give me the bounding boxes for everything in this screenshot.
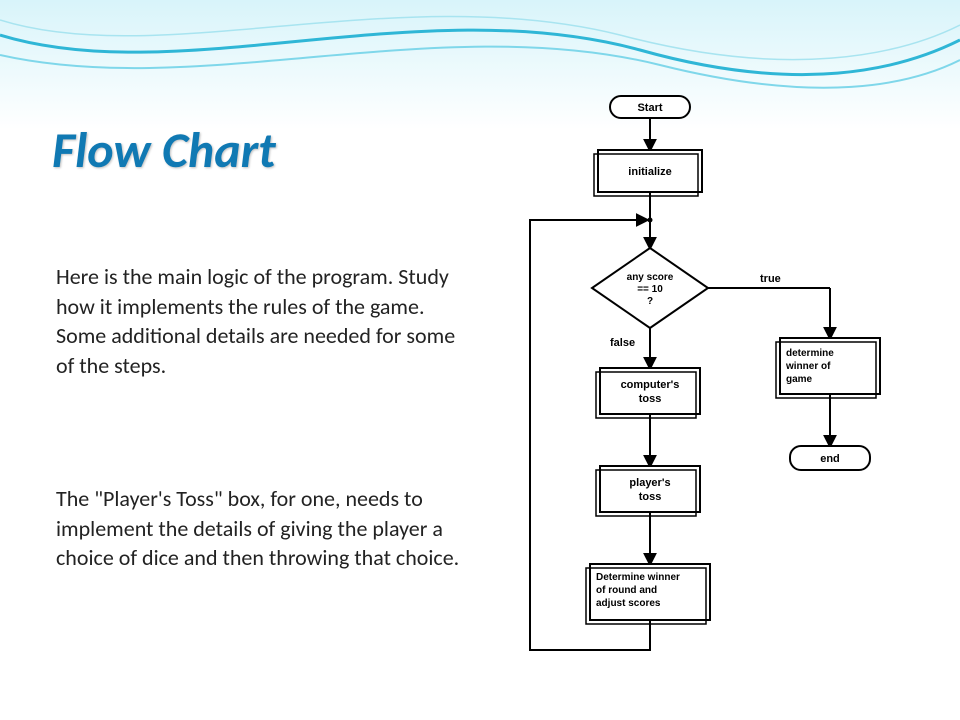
svg-text:game: game xyxy=(786,374,813,385)
node-decision: any score == 10 ? xyxy=(592,248,708,328)
svg-text:any score: any score xyxy=(627,272,674,283)
svg-text:determine: determine xyxy=(786,348,834,359)
label-false: false xyxy=(610,337,635,349)
svg-text:player's: player's xyxy=(629,477,670,489)
node-start: Start xyxy=(610,96,690,118)
label-true: true xyxy=(760,273,781,285)
svg-text:adjust scores: adjust scores xyxy=(596,598,661,609)
paragraph-1: Here is the main logic of the program. S… xyxy=(56,262,466,381)
slide: Flow Chart Here is the main logic of the… xyxy=(0,0,960,720)
svg-text:toss: toss xyxy=(639,393,662,405)
svg-text:computer's: computer's xyxy=(621,379,680,391)
svg-text:winner of: winner of xyxy=(785,361,831,372)
node-end: end xyxy=(790,446,870,470)
svg-text:Determine winner: Determine winner xyxy=(596,572,680,583)
node-computers-toss: computer's toss xyxy=(596,368,700,418)
svg-text:of round and: of round and xyxy=(596,585,657,596)
node-determine-round: Determine winner of round and adjust sco… xyxy=(586,564,710,624)
svg-text:== 10: == 10 xyxy=(637,284,663,295)
svg-text:initialize: initialize xyxy=(628,166,671,178)
slide-title: Flow Chart xyxy=(52,120,276,181)
flowchart: Start initialize any score == 10 ? xyxy=(490,90,930,690)
node-players-toss: player's toss xyxy=(596,466,700,516)
paragraph-2: The "Player's Toss" box, for one, needs … xyxy=(56,484,466,573)
svg-text:Start: Start xyxy=(637,102,662,114)
svg-text:?: ? xyxy=(647,296,653,307)
svg-text:end: end xyxy=(820,453,840,465)
svg-text:toss: toss xyxy=(639,491,662,503)
node-determine-game: determine winner of game xyxy=(776,338,880,398)
node-initialize: initialize xyxy=(594,150,702,196)
